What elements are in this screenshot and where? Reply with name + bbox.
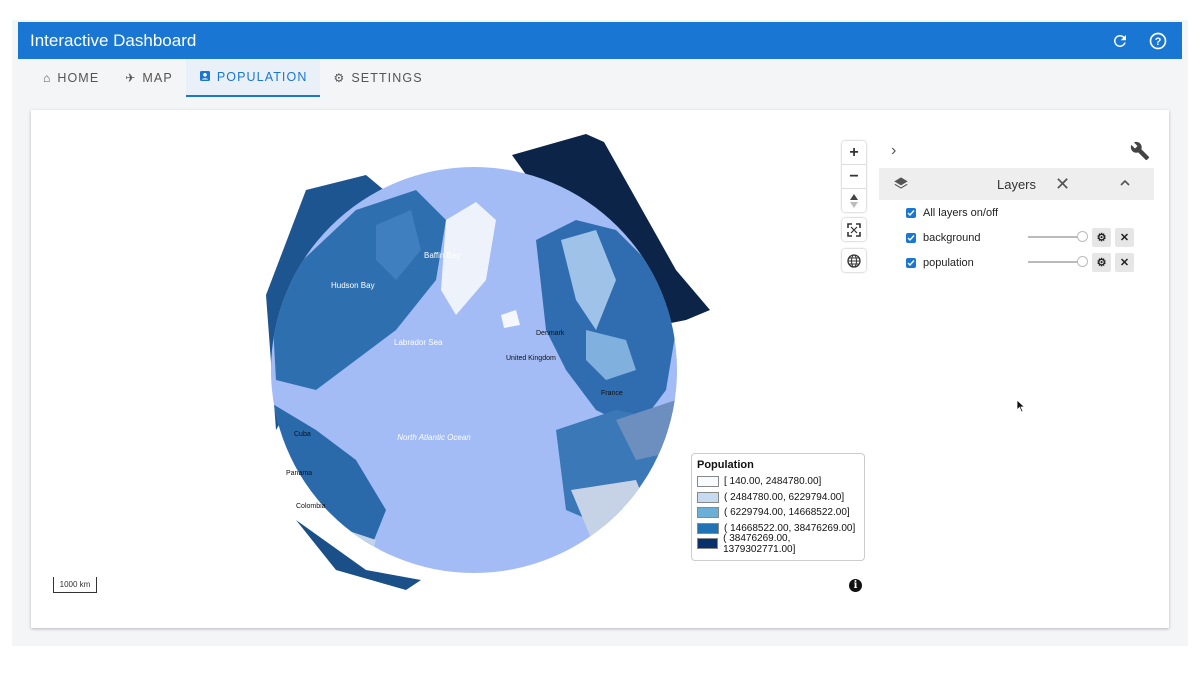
- legend-title: Population: [697, 459, 754, 471]
- zoom-out-icon[interactable]: −: [842, 165, 866, 189]
- mouse-cursor-icon: [1016, 399, 1026, 413]
- layers-panel: › Layers ✕ All layers on/off background …: [879, 138, 1154, 275]
- tab-map[interactable]: ✈ MAP: [112, 59, 186, 97]
- map-label-baffin-bay: Baffin Bay: [424, 251, 460, 260]
- map-label-north-atlantic: North Atlantic Ocean: [397, 433, 471, 442]
- legend-item: ( 2484780.00, 6229794.00]: [697, 490, 859, 506]
- layer-name: population: [923, 256, 974, 269]
- contact-card-icon: [199, 70, 211, 85]
- all-layers-checkbox[interactable]: [906, 207, 916, 218]
- opacity-slider[interactable]: [1028, 256, 1088, 267]
- info-icon[interactable]: i: [849, 579, 862, 592]
- remove-layer-icon[interactable]: ✕: [1115, 228, 1134, 247]
- compass-icon[interactable]: [842, 189, 866, 212]
- slider-handle[interactable]: [1077, 256, 1088, 267]
- scale-bar: 1000 km: [53, 577, 97, 593]
- tab-settings[interactable]: ⚙ SETTINGS: [320, 59, 435, 97]
- zoom-in-icon[interactable]: +: [842, 141, 866, 165]
- legend-label: ( 38476269.00, 1379302771.00]: [723, 532, 796, 555]
- panel-toolbar: ›: [879, 138, 1154, 168]
- refresh-icon[interactable]: [1108, 29, 1132, 53]
- help-icon[interactable]: ?: [1146, 29, 1170, 53]
- tab-label: MAP: [142, 71, 173, 85]
- chevron-up-icon[interactable]: [1119, 176, 1131, 194]
- svg-text:?: ?: [1155, 35, 1162, 47]
- layer-row-all: All layers on/off: [879, 200, 1154, 225]
- tab-label: POPULATION: [216, 70, 308, 84]
- layer-name: background: [923, 231, 981, 244]
- layer-checkbox[interactable]: [906, 232, 916, 243]
- legend-item: ( 6229794.00, 14668522.00]: [697, 505, 859, 521]
- legend-item: [ 140.00, 2484780.00]: [697, 474, 859, 490]
- wrench-icon[interactable]: [1130, 141, 1150, 166]
- map-label-panama: Panama: [286, 470, 312, 477]
- close-icon[interactable]: ✕: [1055, 174, 1070, 195]
- population-legend: Population [ 140.00, 2484780.00] ( 24847…: [691, 453, 865, 561]
- gear-icon[interactable]: ⚙: [1092, 228, 1111, 247]
- legend-label: ( 6229794.00, 14668522.00]: [724, 507, 850, 519]
- home-icon: ⌂: [43, 71, 52, 85]
- tab-label: SETTINGS: [351, 71, 423, 85]
- map-label-united-kingdom: United Kingdom: [506, 355, 556, 362]
- airplane-icon: ✈: [125, 71, 137, 85]
- layers-header: Layers ✕: [879, 168, 1154, 200]
- legend-swatch: [697, 491, 719, 503]
- legend-swatch: [697, 538, 719, 550]
- layer-row-population: population ⚙ ✕: [879, 250, 1154, 275]
- fullscreen-icon[interactable]: [842, 218, 866, 241]
- map-label-hudson-bay: Hudson Bay: [331, 281, 375, 290]
- legend-item: ( 38476269.00, 1379302771.00]: [697, 532, 859, 555]
- map-label-france: France: [601, 390, 623, 397]
- legend-swatch: [697, 507, 719, 519]
- tab-home[interactable]: ⌂ HOME: [30, 59, 112, 97]
- chevron-right-icon[interactable]: ›: [891, 142, 896, 160]
- slider-handle[interactable]: [1077, 231, 1088, 242]
- layer-row-background: background ⚙ ✕: [879, 225, 1154, 250]
- legend-label: [ 140.00, 2484780.00]: [724, 476, 822, 488]
- all-layers-label: All layers on/off: [923, 206, 999, 219]
- layer-checkbox[interactable]: [906, 257, 916, 268]
- map-label-denmark: Denmark: [536, 330, 565, 337]
- legend-label: ( 2484780.00, 6229794.00]: [724, 491, 845, 503]
- gear-icon: ⚙: [333, 71, 346, 85]
- legend-swatch: [697, 476, 719, 488]
- app-bar-actions: ?: [1108, 29, 1182, 53]
- map-label-colombia: Colombia: [296, 503, 326, 510]
- globe-map[interactable]: Baffin Bay Hudson Bay Labrador Sea North…: [236, 130, 716, 590]
- tab-bar: ⌂ HOME ✈ MAP POPULATION ⚙ SETTINGS: [30, 59, 436, 97]
- layers-title: Layers: [996, 176, 1037, 192]
- tab-population[interactable]: POPULATION: [185, 59, 321, 97]
- zoom-controls: + −: [842, 141, 866, 212]
- globe-icon[interactable]: [842, 249, 866, 272]
- map-label-cuba: Cuba: [294, 431, 311, 438]
- opacity-slider[interactable]: [1028, 231, 1088, 242]
- app-bar: Interactive Dashboard ?: [18, 22, 1182, 59]
- remove-layer-icon[interactable]: ✕: [1115, 253, 1134, 272]
- app-title: Interactive Dashboard: [30, 30, 197, 50]
- tab-label: HOME: [57, 71, 100, 85]
- map-label-labrador-sea: Labrador Sea: [394, 338, 443, 347]
- map-card: Baffin Bay Hudson Bay Labrador Sea North…: [31, 110, 1169, 628]
- legend-swatch: [697, 522, 719, 534]
- gear-icon[interactable]: ⚙: [1092, 253, 1111, 272]
